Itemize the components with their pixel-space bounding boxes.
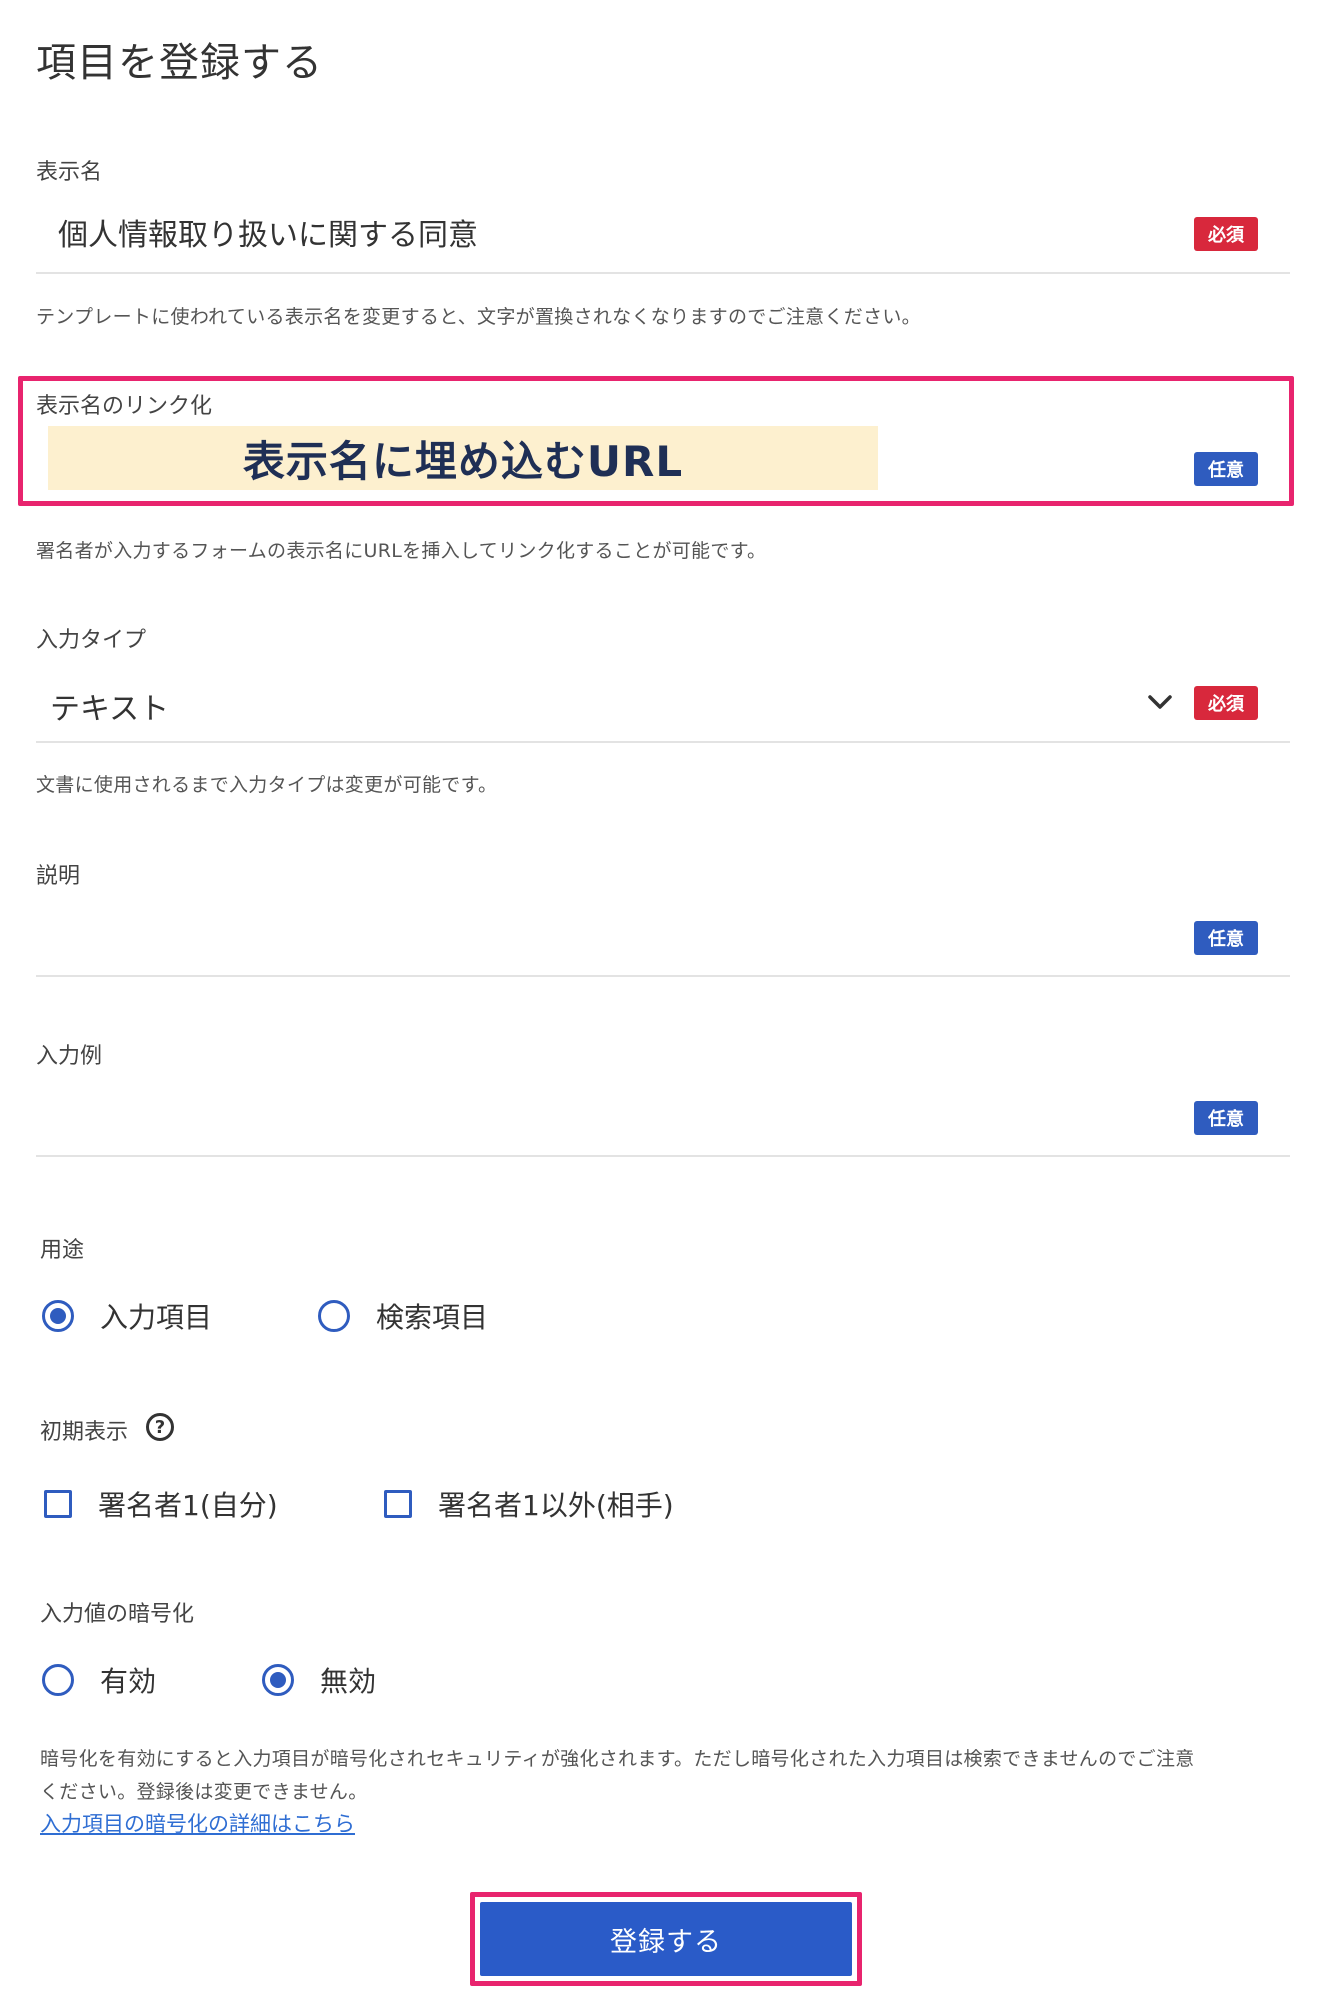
link-url-input[interactable]: 表示名に埋め込むURL bbox=[48, 426, 878, 490]
input-type-required-badge: 必須 bbox=[1194, 686, 1258, 720]
display-name-label: 表示名 bbox=[36, 160, 103, 185]
display-name-input[interactable]: 個人情報取り扱いに関する同意 bbox=[58, 210, 1158, 254]
encryption-option-label: 無効 bbox=[320, 1665, 377, 1698]
usage-option-search[interactable]: 検索項目 bbox=[318, 1296, 488, 1336]
chevron-down-icon[interactable] bbox=[1146, 688, 1174, 716]
encryption-option-enabled[interactable]: 有効 bbox=[42, 1660, 156, 1700]
usage-label: 用途 bbox=[40, 1238, 85, 1263]
initial-display-option-label: 署名者1(自分) bbox=[98, 1489, 278, 1522]
input-type-label: 入力タイプ bbox=[36, 628, 147, 653]
page-title: 項目を登録する bbox=[36, 40, 323, 86]
initial-display-option-other[interactable]: 署名者1以外(相手) bbox=[384, 1484, 674, 1524]
usage-option-input[interactable]: 入力項目 bbox=[42, 1296, 212, 1336]
usage-radio-input[interactable] bbox=[42, 1300, 74, 1332]
description-optional-badge: 任意 bbox=[1194, 921, 1258, 955]
input-type-underline bbox=[36, 741, 1290, 743]
encryption-help-line2: ください。登録後は変更できません。 bbox=[40, 1781, 368, 1803]
example-optional-badge: 任意 bbox=[1194, 1101, 1258, 1135]
encryption-help-line1: 暗号化を有効にすると入力項目が暗号化されセキュリティが強化されます。ただし暗号化… bbox=[40, 1748, 1195, 1770]
link-help: 署名者が入力するフォームの表示名にURLを挿入してリンク化することが可能です。 bbox=[36, 540, 767, 562]
description-input[interactable] bbox=[50, 912, 1150, 952]
encryption-label: 入力値の暗号化 bbox=[40, 1602, 195, 1627]
initial-display-option-label: 署名者1以外(相手) bbox=[438, 1489, 674, 1522]
checkbox-other[interactable] bbox=[384, 1490, 412, 1518]
submit-button[interactable]: 登録する bbox=[480, 1902, 852, 1976]
example-label: 入力例 bbox=[36, 1044, 103, 1069]
encryption-option-label: 有効 bbox=[100, 1665, 157, 1698]
display-name-help: テンプレートに使われている表示名を変更すると、文字が置換されなくなりますのでご注… bbox=[36, 306, 921, 328]
display-name-underline bbox=[36, 272, 1290, 274]
encryption-details-link[interactable]: 入力項目の暗号化の詳細はこちら bbox=[40, 1808, 355, 1838]
usage-option-label: 入力項目 bbox=[100, 1301, 213, 1334]
usage-radio-search[interactable] bbox=[318, 1300, 350, 1332]
link-optional-badge: 任意 bbox=[1194, 452, 1258, 486]
question-circle-icon[interactable]: ? bbox=[146, 1413, 174, 1441]
submit-button-highlight: 登録する bbox=[470, 1892, 862, 1986]
input-type-help: 文書に使用されるまで入力タイプは変更が可能です。 bbox=[36, 774, 498, 796]
link-label: 表示名のリンク化 bbox=[36, 394, 213, 419]
example-input[interactable] bbox=[50, 1092, 1150, 1132]
input-type-select[interactable]: テキスト bbox=[50, 684, 169, 728]
initial-display-label: 初期表示 bbox=[40, 1420, 129, 1445]
encryption-option-disabled[interactable]: 無効 bbox=[262, 1660, 376, 1700]
description-underline bbox=[36, 975, 1290, 977]
encryption-radio-enabled[interactable] bbox=[42, 1664, 74, 1696]
display-name-required-badge: 必須 bbox=[1194, 217, 1258, 251]
usage-option-label: 検索項目 bbox=[376, 1301, 489, 1334]
example-underline bbox=[36, 1155, 1290, 1157]
encryption-radio-disabled[interactable] bbox=[262, 1664, 294, 1696]
checkbox-self[interactable] bbox=[44, 1490, 72, 1518]
description-label: 説明 bbox=[36, 864, 81, 889]
initial-display-option-self[interactable]: 署名者1(自分) bbox=[44, 1484, 278, 1524]
